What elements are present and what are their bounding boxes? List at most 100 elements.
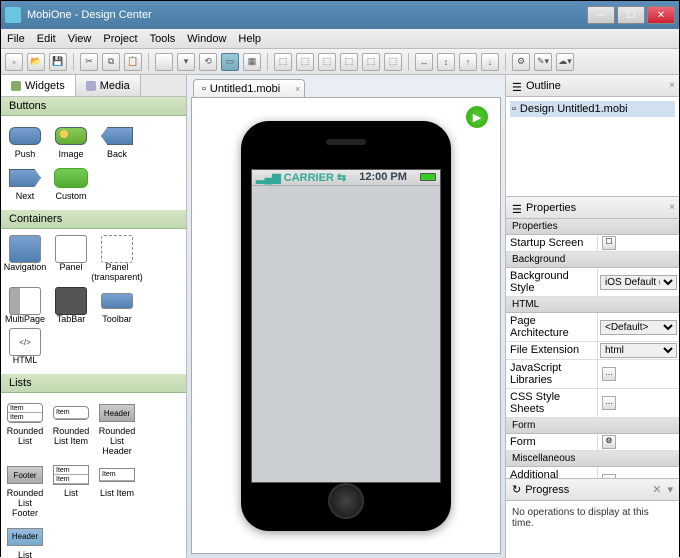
widget-image[interactable]: Image <box>49 122 93 162</box>
align-center-icon[interactable]: ⬚ <box>296 53 314 71</box>
battery-icon <box>420 173 436 181</box>
cloud-icon[interactable]: ☁▾ <box>556 53 574 71</box>
save-icon[interactable]: 💾 <box>49 53 67 71</box>
dist-v-icon[interactable]: ↕ <box>437 53 455 71</box>
progress-header[interactable]: ↻ Progress ✕▾ <box>506 479 679 501</box>
maximize-button[interactable]: ☐ <box>617 6 645 24</box>
outline-icon: ☰ <box>512 81 522 91</box>
apple-icon[interactable] <box>155 53 173 71</box>
properties-grid: Properties Startup Screen☐ Background Ba… <box>506 219 679 478</box>
signal-icon: ▂▄▆ CARRIER ⇆ <box>256 171 346 184</box>
back-icon[interactable]: ↓ <box>481 53 499 71</box>
menu-project[interactable]: Project <box>103 33 137 45</box>
widget-list-header[interactable]: HeaderList Header <box>3 523 47 558</box>
widget-tabbar[interactable]: TabBar <box>49 287 93 327</box>
right-panel: ☰ Outline × ▫ Design Untitled1.mobi ☰ Pr… <box>505 75 679 558</box>
mode-icon[interactable]: ▭ <box>221 53 239 71</box>
progress-icon: ↻ <box>512 483 521 496</box>
menu-tools[interactable]: Tools <box>150 33 176 45</box>
open-icon[interactable]: 📂 <box>27 53 45 71</box>
widget-panel[interactable]: Panel <box>49 235 93 285</box>
menubar: File Edit View Project Tools Window Help <box>1 29 679 49</box>
close-icon[interactable]: × <box>669 202 675 213</box>
widget-navigation[interactable]: Navigation <box>3 235 47 285</box>
align-top-icon[interactable]: ⬚ <box>340 53 358 71</box>
doc-icon: ▫ <box>202 83 206 95</box>
status-bar: ▂▄▆ CARRIER ⇆ 12:00 PM <box>252 170 440 186</box>
menu-window[interactable]: Window <box>187 33 226 45</box>
new-icon[interactable]: ▫ <box>5 53 23 71</box>
tool-icon[interactable]: ▾ <box>667 483 673 496</box>
phone-frame: ▂▄▆ CARRIER ⇆ 12:00 PM <box>241 121 451 531</box>
form-btn[interactable]: ⚙ <box>602 435 616 449</box>
close-button[interactable]: ✕ <box>647 6 675 24</box>
close-icon[interactable]: × <box>669 80 675 91</box>
progress-message: No operations to display at this time. <box>506 501 679 535</box>
section-containers[interactable]: Containers <box>1 210 186 229</box>
menu-help[interactable]: Help <box>238 33 261 45</box>
link-icon[interactable]: ⟲ <box>199 53 217 71</box>
canvas[interactable]: ▶ ▂▄▆ CARRIER ⇆ 12:00 PM <box>191 97 501 554</box>
copy-icon[interactable]: ⧉ <box>102 53 120 71</box>
widget-list[interactable]: ItemItemList <box>49 461 93 521</box>
minimize-button[interactable]: ─ <box>587 6 615 24</box>
bg-style-select[interactable]: iOS Default (strip... <box>600 275 677 290</box>
app-icon <box>5 7 21 23</box>
wand-icon[interactable]: ✎▾ <box>534 53 552 71</box>
page-arch-select[interactable]: <Default> <box>600 320 677 335</box>
device-icon[interactable]: ▾ <box>177 53 195 71</box>
menu-edit[interactable]: Edit <box>37 33 56 45</box>
cut-icon[interactable]: ✂ <box>80 53 98 71</box>
widget-toolbar[interactable]: Toolbar <box>95 287 139 327</box>
outline-item[interactable]: ▫ Design Untitled1.mobi <box>510 101 675 117</box>
jslibs-btn[interactable]: … <box>602 367 616 381</box>
widget-html[interactable]: </>HTML <box>3 328 47 368</box>
widget-panel-transparent[interactable]: Panel (transparent) <box>95 235 139 285</box>
align-right-icon[interactable]: ⬚ <box>318 53 336 71</box>
titlebar: MobiOne - Design Center ─ ☐ ✕ <box>1 1 679 29</box>
align-left-icon[interactable]: ⬚ <box>274 53 292 71</box>
doc-name: Untitled1.mobi <box>210 83 280 95</box>
design-canvas-area: ▫ Untitled1.mobi × ▶ ▂▄▆ CARRIER ⇆ 12:00… <box>187 75 505 558</box>
grid-icon[interactable]: ▦ <box>243 53 261 71</box>
widget-rounded-list[interactable]: ItemItemRounded List <box>3 399 47 459</box>
css-btn[interactable]: … <box>602 396 616 410</box>
dist-h-icon[interactable]: ↔ <box>415 53 433 71</box>
page-icon: ▫ <box>512 103 516 115</box>
props-icon: ☰ <box>512 203 522 213</box>
widget-rounded-list-item[interactable]: ItemRounded List Item <box>49 399 93 459</box>
outline-header[interactable]: ☰ Outline × <box>506 75 679 97</box>
widget-multipage[interactable]: MultiPage <box>3 287 47 327</box>
phone-screen[interactable]: ▂▄▆ CARRIER ⇆ 12:00 PM <box>251 169 441 483</box>
align-mid-icon[interactable]: ⬚ <box>362 53 380 71</box>
tab-widgets[interactable]: Widgets <box>1 75 76 96</box>
clock: 12:00 PM <box>359 171 407 183</box>
properties-header[interactable]: ☰ Properties × <box>506 197 679 219</box>
paste-icon[interactable]: 📋 <box>124 53 142 71</box>
menu-file[interactable]: File <box>7 33 25 45</box>
document-tab[interactable]: ▫ Untitled1.mobi × <box>193 79 305 97</box>
section-lists[interactable]: Lists <box>1 374 186 393</box>
tab-media[interactable]: Media <box>76 75 141 96</box>
menu-view[interactable]: View <box>68 33 92 45</box>
widget-list-item[interactable]: ItemList Item <box>95 461 139 521</box>
widget-custom[interactable]: Custom <box>49 164 93 204</box>
align-bot-icon[interactable]: ⬚ <box>384 53 402 71</box>
widget-rounded-list-header[interactable]: HeaderRounded List Header <box>95 399 139 459</box>
widget-next[interactable]: Next <box>3 164 47 204</box>
tool-icon[interactable]: ✕ <box>652 483 661 496</box>
file-ext-select[interactable]: html <box>600 343 677 358</box>
outline-tree[interactable]: ▫ Design Untitled1.mobi <box>506 97 679 197</box>
front-icon[interactable]: ↑ <box>459 53 477 71</box>
widget-back[interactable]: Back <box>95 122 139 162</box>
gear-icon[interactable]: ⚙ <box>512 53 530 71</box>
close-tab-icon[interactable]: × <box>295 84 300 94</box>
main-toolbar: ▫ 📂 💾 ✂ ⧉ 📋 ▾ ⟲ ▭ ▦ ⬚ ⬚ ⬚ ⬚ ⬚ ⬚ ↔ ↕ ↑ ↓ … <box>1 49 679 75</box>
widget-push[interactable]: Push <box>3 122 47 162</box>
window-title: MobiOne - Design Center <box>27 9 587 21</box>
startup-btn[interactable]: ☐ <box>602 236 616 250</box>
section-buttons[interactable]: Buttons <box>1 97 186 116</box>
play-button[interactable]: ▶ <box>466 106 488 128</box>
widgets-panel: Widgets Media Buttons Push Image Back Ne… <box>1 75 187 558</box>
widget-rounded-list-footer[interactable]: FooterRounded List Footer <box>3 461 47 521</box>
